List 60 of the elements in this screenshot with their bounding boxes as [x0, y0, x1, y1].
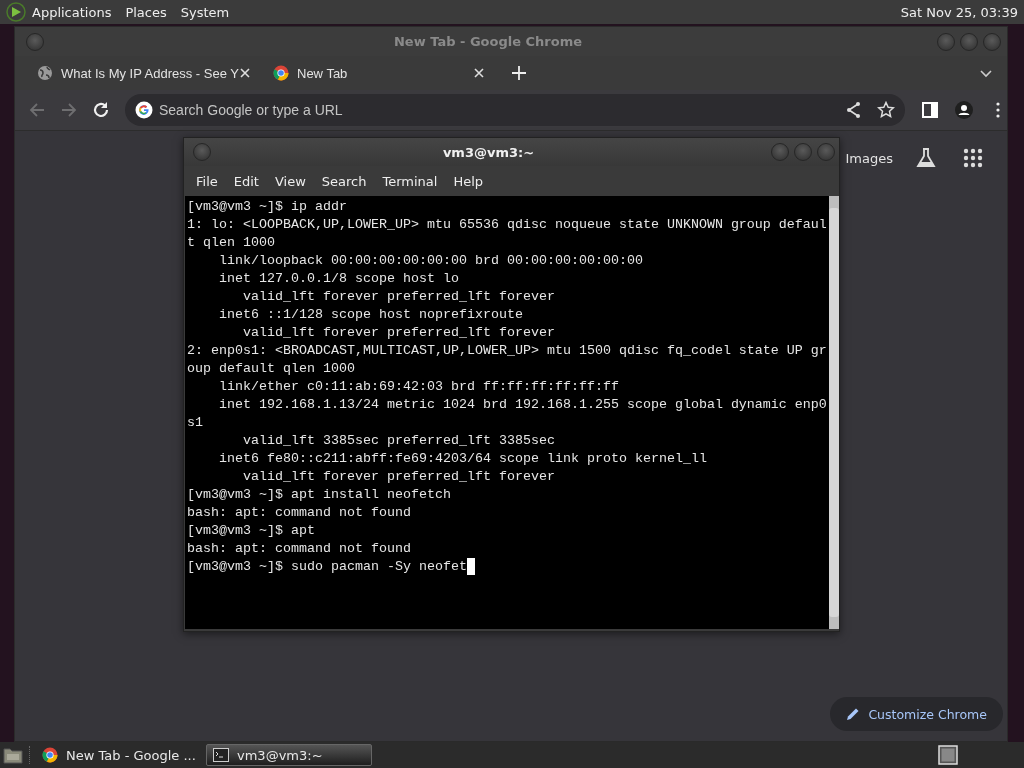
- profile-icon[interactable]: [955, 101, 973, 119]
- window-title: New Tab - Google Chrome: [392, 34, 584, 49]
- apps-grid-icon[interactable]: [963, 148, 983, 168]
- browser-tab[interactable]: What Is My IP Address - See Y: [27, 58, 259, 88]
- terminal-line: [vm3@vm3 ~]$ apt install neofetch: [187, 486, 451, 504]
- menu-item[interactable]: Help: [445, 173, 492, 189]
- menu-item[interactable]: View: [266, 173, 314, 189]
- terminal-line: link/ether c0:11:ab:69:42:03 brd ff:ff:ff:ff:ff:ff: [218, 378, 619, 396]
- terminal-line: t qlen 1000: [187, 234, 275, 252]
- show-desktop-icon[interactable]: [938, 745, 958, 765]
- clock[interactable]: Sat Nov 25, 03:39: [900, 4, 1018, 20]
- terminal-line: 2: enp0s1: <BROADCAST,MULTICAST,UP,LOWER_UP> mtu 1500 qdisc fq_codel state UP gr: [187, 342, 827, 360]
- logo-icon[interactable]: [6, 2, 26, 22]
- flask-icon[interactable]: [915, 147, 937, 169]
- terminal-line: [vm3@vm3 ~]$ apt: [187, 522, 315, 540]
- terminal-line: [vm3@vm3 ~]$ ip addr: [187, 198, 347, 216]
- scrollbar[interactable]: [828, 196, 839, 629]
- terminal-line: valid_lft 3385sec preferred_lft 3385sec: [242, 432, 555, 450]
- chrome-icon: [273, 65, 289, 81]
- terminal-line: inet6 fe80::c211:abff:fe69:4203/64 scope link proto kernel_ll: [218, 450, 707, 468]
- menu-item[interactable]: Edit: [225, 173, 267, 189]
- menu-item[interactable]: Search: [313, 173, 375, 189]
- google-icon: [135, 101, 153, 119]
- browser-tab[interactable]: New Tab: [263, 58, 495, 88]
- chrome-icon: [42, 747, 58, 763]
- taskbar-button[interactable]: vm3@vm3:~: [206, 744, 372, 766]
- customize-chrome-button[interactable]: Customize Chrome: [830, 697, 1003, 731]
- menu-item[interactable]: Terminal: [374, 173, 446, 189]
- panel-menu[interactable]: Applications: [32, 4, 112, 20]
- panel-menu[interactable]: Places: [125, 4, 167, 20]
- new-tab-icon[interactable]: [511, 65, 527, 81]
- taskbar-button[interactable]: New Tab - Google ...: [36, 744, 202, 766]
- terminal-line: [vm3@vm3 ~]$ sudo pacman -Sy neofet: [187, 558, 467, 576]
- terminal-line: inet6 ::1/128 scope host noprefixroute: [218, 306, 523, 324]
- close-icon[interactable]: [239, 67, 251, 79]
- terminal-line: link/loopback 00:00:00:00:00:00 brd 00:00:00:00:00:00: [218, 252, 643, 270]
- folder-icon[interactable]: [3, 746, 23, 764]
- terminal-icon: [213, 747, 229, 763]
- terminal-line: bash: apt: command not found: [187, 504, 411, 522]
- reload-icon[interactable]: [91, 100, 111, 120]
- terminal-line: valid_lft forever preferred_lft forever: [242, 468, 555, 486]
- star-icon[interactable]: [877, 101, 895, 119]
- terminal-line: valid_lft forever preferred_lft forever: [242, 324, 555, 342]
- terminal-line: bash: apt: command not found: [187, 540, 411, 558]
- terminal-line: s1: [187, 414, 203, 432]
- terminal-line: inet 127.0.0.1/8 scope host lo: [218, 270, 459, 288]
- terminal-line: oup default qlen 1000: [187, 360, 355, 378]
- globe-icon: [37, 65, 53, 81]
- side-panel-icon[interactable]: [921, 101, 939, 119]
- menu-item[interactable]: File: [188, 173, 226, 189]
- terminal-line: inet 192.168.1.13/24 metric 1024 brd 192.168.1.255 scope global dynamic enp0: [218, 396, 827, 414]
- window-title: vm3@vm3:~: [441, 144, 536, 160]
- images-link[interactable]: Images: [845, 150, 893, 166]
- pencil-icon: [846, 707, 861, 721]
- address-bar[interactable]: Search Google or type a URL: [125, 94, 905, 126]
- share-icon[interactable]: [845, 101, 863, 119]
- panel-menu[interactable]: System: [180, 4, 230, 20]
- terminal-line: valid_lft forever preferred_lft forever: [242, 288, 555, 306]
- terminal-line: 1: lo: <LOOPBACK,UP,LOWER_UP> mtu 65536 qdisc noqueue state UNKNOWN group defaul: [187, 216, 827, 234]
- close-icon[interactable]: [473, 67, 485, 79]
